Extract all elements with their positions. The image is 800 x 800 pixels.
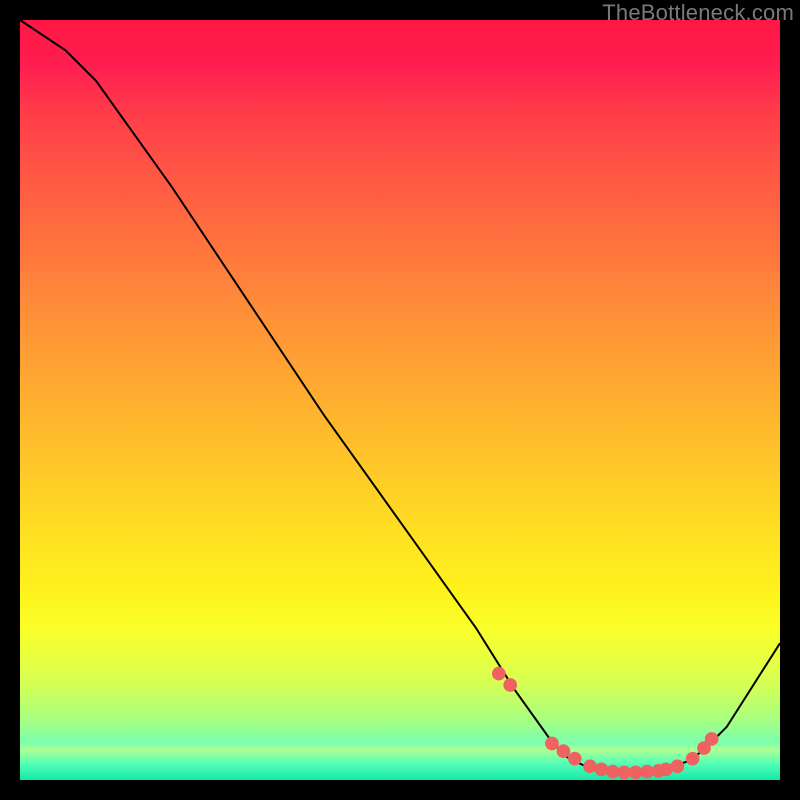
chart-frame: TheBottleneck.com bbox=[0, 0, 800, 800]
highlight-dot bbox=[705, 732, 719, 746]
highlight-dot bbox=[545, 737, 559, 751]
plot-area bbox=[20, 20, 780, 780]
highlight-dot bbox=[503, 678, 517, 692]
highlight-dot bbox=[557, 744, 571, 758]
bottleneck-curve bbox=[20, 20, 780, 772]
curve-svg bbox=[20, 20, 780, 780]
highlight-dot bbox=[686, 752, 700, 766]
highlight-dot bbox=[671, 759, 685, 773]
highlight-dot bbox=[595, 763, 609, 777]
highlight-dot bbox=[492, 667, 506, 681]
highlight-dot bbox=[568, 752, 582, 766]
